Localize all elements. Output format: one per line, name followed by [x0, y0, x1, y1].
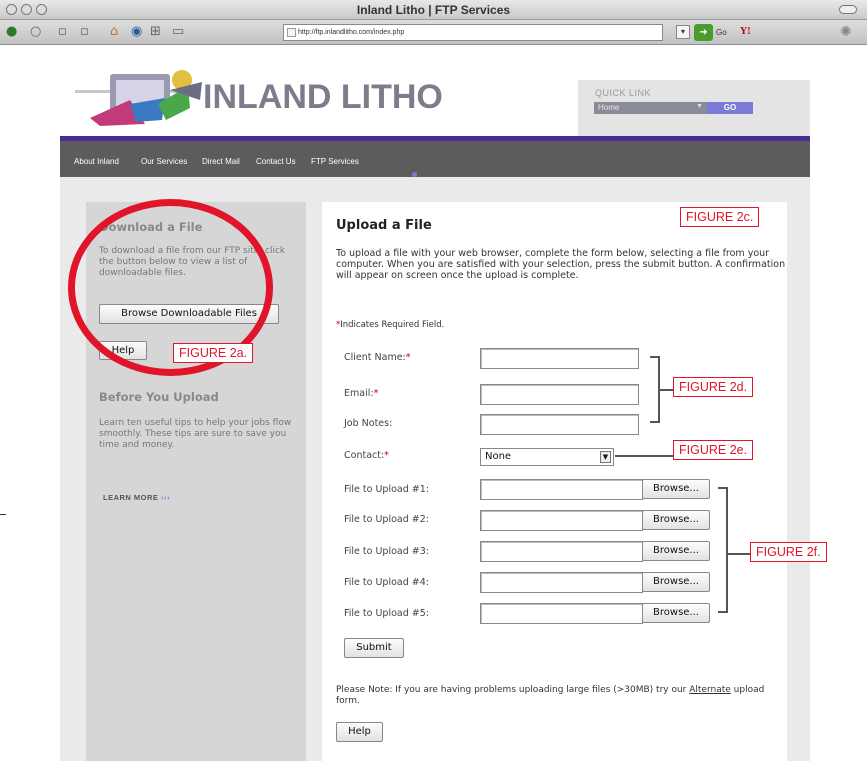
go-arrow-icon[interactable]: ➜ [694, 24, 713, 41]
url-text: http://ftp.inlandlitho.com/index.php [298, 29, 405, 36]
upload-4-browse-button[interactable]: Browse... [642, 572, 710, 592]
upload-3-input[interactable] [480, 541, 643, 562]
learn-more-link[interactable]: LEARN MORE ››› [103, 493, 170, 502]
required-note-text: Indicates Required Field. [340, 320, 445, 330]
figure-2a-label: FIGURE 2a. [173, 343, 254, 363]
job-notes-input[interactable] [480, 414, 639, 435]
upload-2-input[interactable] [480, 510, 643, 531]
active-nav-indicator [412, 172, 417, 177]
upload-4-label: File to Upload #4: [344, 577, 429, 588]
page-favicon-icon [287, 28, 296, 37]
figure-2d-label: FIGURE 2d. [673, 377, 754, 397]
arrow-right-icon: ››› [161, 493, 171, 502]
go-label[interactable]: Go [716, 28, 727, 37]
upload-4-input[interactable] [480, 572, 643, 593]
upload-1-browse-button[interactable]: Browse... [642, 479, 710, 499]
upload-3-browse-button[interactable]: Browse... [642, 541, 710, 561]
client-name-input[interactable] [480, 348, 639, 369]
quick-link-panel: QUICK LINK Home ▼ GO [578, 80, 810, 136]
margin-tick [0, 514, 6, 515]
before-upload-heading: Before You Upload [99, 390, 219, 404]
upload-3-label: File to Upload #3: [344, 546, 429, 557]
browser-toolbar: ● ○ ▫ ▫ ⌂ ◉ ⊞ ▭ http://ftp.inlandlitho.c… [0, 20, 867, 45]
globe-icon[interactable]: ◉ [131, 25, 142, 39]
contact-label: Contact:* [344, 450, 389, 461]
contact-selected: None [485, 451, 512, 462]
quick-link-select[interactable]: Home ▼ [594, 102, 707, 114]
home-icon[interactable]: ⌂ [110, 25, 118, 39]
upload-heading: Upload a File [336, 218, 432, 233]
upload-panel: Upload a File To upload a file with your… [322, 202, 787, 761]
site-header: INLAND LITHO QUICK LINK Home ▼ GO [60, 46, 810, 136]
upload-5-label: File to Upload #5: [344, 608, 429, 619]
email-label: Email:* [344, 388, 379, 399]
back-icon[interactable]: ● [6, 25, 17, 39]
contact-select[interactable]: None ▼ [480, 448, 614, 466]
site-logo-text[interactable]: INLAND LITHO [203, 78, 443, 117]
upload-1-input[interactable] [480, 479, 643, 500]
nav-about-inland[interactable]: About Inland [74, 157, 119, 166]
nav-direct-mail[interactable]: Direct Mail [202, 157, 240, 166]
upload-2-browse-button[interactable]: Browse... [642, 510, 710, 530]
quick-link-selected: Home [598, 103, 620, 112]
large-files-note: Please Note: If you are having problems … [336, 685, 786, 707]
url-history-dropdown-icon[interactable]: ▾ [676, 25, 690, 39]
window-title: Inland Litho | FTP Services [356, 3, 511, 17]
figure-2f-bracket [718, 487, 728, 613]
nav-ftp-services[interactable]: FTP Services [311, 157, 359, 166]
quick-link-go-button[interactable]: GO [707, 102, 753, 114]
figure-2e-label: FIGURE 2e. [673, 440, 754, 460]
site-container: INLAND LITHO QUICK LINK Home ▼ GO About … [60, 46, 810, 761]
logo-graphic-icon[interactable] [70, 60, 205, 128]
figure-2d-bracket [650, 356, 660, 423]
chevron-down-icon: ▼ [696, 103, 703, 110]
figure-2d-connector [660, 389, 673, 391]
client-name-label: Client Name:* [344, 352, 411, 363]
email-input[interactable] [480, 384, 639, 405]
upload-help-button[interactable]: Help [336, 722, 383, 742]
window-icon[interactable]: ▭ [172, 25, 184, 39]
main-nav: About Inland Our Services Direct Mail Co… [60, 141, 810, 177]
upload-1-label: File to Upload #1: [344, 484, 429, 495]
job-notes-label: Job Notes: [344, 418, 393, 429]
upload-5-browse-button[interactable]: Browse... [642, 603, 710, 623]
yahoo-toolbar-icon[interactable]: Y! [740, 26, 751, 37]
new-tab-icon[interactable]: ⊞ [150, 25, 161, 39]
upload-2-label: File to Upload #2: [344, 514, 429, 525]
before-upload-text: Learn ten useful tips to help your jobs … [99, 418, 292, 450]
figure-2f-connector [728, 553, 750, 555]
nav-contact-us[interactable]: Contact Us [256, 157, 296, 166]
figure-2e-connector [615, 455, 673, 457]
activity-icon[interactable]: ✺ [840, 24, 852, 40]
url-bar[interactable]: http://ftp.inlandlitho.com/index.php [283, 24, 663, 41]
stop-icon[interactable]: ▫ [80, 25, 89, 39]
reload-icon[interactable]: ▫ [58, 25, 67, 39]
required-note: *Indicates Required Field. [336, 320, 444, 330]
figure-2f-label: FIGURE 2f. [750, 542, 827, 562]
figure-2c-label: FIGURE 2c. [680, 207, 760, 227]
submit-button[interactable]: Submit [344, 638, 404, 658]
alternate-upload-link[interactable]: Alternate [689, 685, 731, 695]
toolbar-toggle-icon[interactable] [839, 5, 857, 14]
learn-more-label: LEARN MORE [103, 493, 159, 502]
nav-our-services[interactable]: Our Services [141, 157, 187, 166]
forward-icon[interactable]: ○ [30, 25, 41, 39]
quick-link-label: QUICK LINK [595, 88, 652, 98]
window-titlebar: Inland Litho | FTP Services [0, 0, 867, 20]
chevron-down-icon: ▼ [600, 451, 611, 463]
note-prefix: Please Note: If you are having problems … [336, 685, 690, 695]
upload-intro: To upload a file with your web browser, … [336, 248, 786, 281]
upload-5-input[interactable] [480, 603, 643, 624]
page-content: INLAND LITHO QUICK LINK Home ▼ GO About … [0, 46, 867, 761]
